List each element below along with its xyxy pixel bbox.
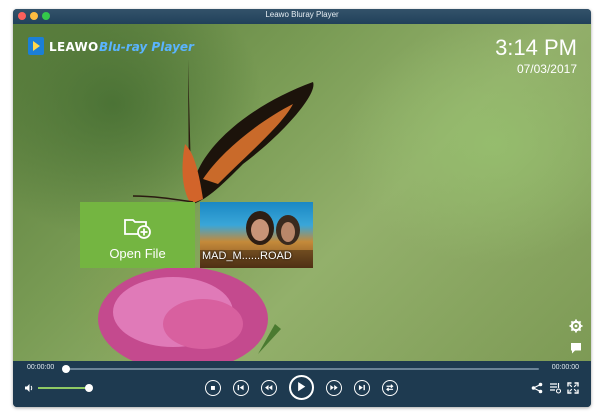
control-bar: 00:00:00 00:00:00 [13, 361, 591, 407]
clock-time: 3:14 PM [495, 35, 577, 60]
home-screen: LEAWO Blu-ray Player 3:14 PM 07/03/2017 … [13, 24, 591, 361]
play-icon [298, 382, 306, 392]
recent-media-tile[interactable]: MAD_M......ROAD [200, 202, 313, 268]
previous-icon [237, 384, 244, 391]
clock-date: 07/03/2017 [516, 62, 577, 76]
fast-forward-icon [330, 384, 338, 391]
total-time: 00:00:00 [551, 364, 579, 371]
logo-icon [28, 37, 44, 55]
butterfly-image [132, 59, 314, 204]
next-button[interactable] [354, 380, 370, 396]
share-icon[interactable] [531, 382, 543, 394]
logo-brand-text: LEAWO [49, 40, 99, 54]
fast-forward-button[interactable] [326, 380, 342, 396]
rewind-icon [265, 384, 273, 391]
stop-icon [210, 385, 215, 390]
rewind-button[interactable] [261, 380, 277, 396]
window-title: Leawo Bluray Player [265, 10, 339, 19]
play-button[interactable] [289, 375, 314, 400]
progress-bar[interactable] [62, 365, 539, 373]
next-icon [358, 384, 365, 391]
settings-gear-icon[interactable] [569, 319, 583, 333]
playlist-settings-icon[interactable] [549, 382, 561, 394]
player-window: Leawo Bluray Player LEAWO Blu-ray Player… [13, 9, 591, 407]
open-file-button[interactable]: Open File [80, 202, 195, 268]
repeat-icon [386, 384, 394, 392]
folder-plus-icon [124, 219, 151, 239]
previous-button[interactable] [233, 380, 249, 396]
clock: 3:14 PM 07/03/2017 [495, 35, 577, 77]
volume-icon[interactable] [24, 383, 34, 393]
stop-button[interactable] [205, 380, 221, 396]
media-title: MAD_M......ROAD [202, 250, 292, 262]
fullscreen-icon[interactable] [567, 382, 579, 394]
playlist-button[interactable] [382, 380, 398, 396]
title-bar[interactable]: Leawo Bluray Player [13, 9, 591, 24]
volume-knob[interactable] [85, 384, 94, 392]
chat-bubble-icon[interactable] [569, 341, 583, 355]
logo-product-text: Blu-ray Player [99, 40, 194, 54]
elapsed-time: 00:00:00 [27, 364, 55, 371]
flower-image [98, 267, 281, 361]
open-file-label: Open File [109, 246, 166, 261]
progress-knob[interactable] [62, 365, 70, 373]
volume-level [38, 387, 90, 389]
volume-slider[interactable] [38, 384, 94, 392]
